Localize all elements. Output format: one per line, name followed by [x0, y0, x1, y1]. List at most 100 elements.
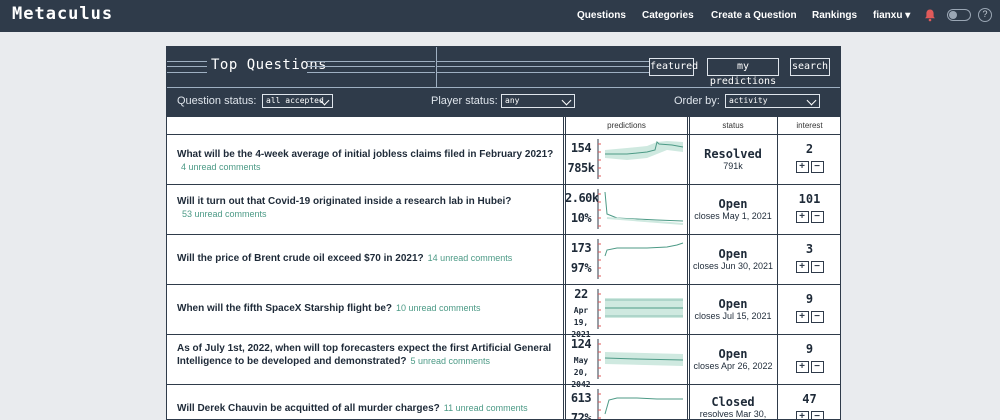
minus-icon[interactable]: −	[810, 261, 824, 273]
plus-icon[interactable]: +	[795, 311, 809, 323]
interest-count: 2	[805, 142, 814, 156]
status-label: Open	[718, 297, 748, 311]
interest-cell: 9 + −	[779, 342, 840, 374]
chevron-down-icon: ▾	[905, 10, 911, 21]
unread-comments-link[interactable]: 14 unread comments	[428, 253, 513, 263]
plus-icon[interactable]: +	[795, 211, 809, 223]
question-title-link[interactable]: Will it turn out that Covid-19 originate…	[177, 195, 557, 221]
status-label: Open	[718, 347, 748, 361]
prediction-count: 2.60k	[565, 191, 599, 205]
prediction-cell: 2.60k 10%	[565, 185, 688, 233]
minus-icon[interactable]: −	[810, 361, 824, 373]
my-predictions-button[interactable]: my predictions	[707, 58, 779, 87]
question-title: Will it turn out that Covid-19 originate…	[177, 196, 512, 207]
interest-cell: 2 + −	[779, 142, 840, 174]
prediction-count: 154	[570, 141, 592, 155]
status-cell: Resolved 791k	[689, 147, 777, 171]
bell-icon[interactable]	[923, 8, 937, 22]
question-row[interactable]: Will the price of Brent crude oil exceed…	[167, 234, 840, 285]
prediction-count: 124	[570, 337, 592, 351]
chevron-down-icon	[561, 95, 572, 106]
minus-icon[interactable]: −	[810, 211, 824, 223]
status-label: Closed	[711, 395, 755, 409]
order-by-label: Order by:	[674, 95, 720, 107]
player-status-select[interactable]: any	[501, 94, 575, 108]
chevron-down-icon	[806, 95, 817, 106]
question-title-link[interactable]: As of July 1st, 2022, when will top fore…	[177, 342, 557, 368]
status-cell: Open closes Apr 26, 2022	[689, 347, 777, 371]
help-icon[interactable]: ?	[978, 8, 992, 22]
community-prediction: 97%	[570, 261, 592, 275]
unread-comments-link[interactable]: 53 unread comments	[182, 208, 557, 221]
plus-icon[interactable]: +	[795, 161, 809, 173]
search-button[interactable]: search	[790, 58, 830, 76]
player-status-value: any	[505, 96, 520, 105]
top-navbar: Metaculus Questions Categories Create a …	[0, 0, 1000, 32]
interest-cell: 9 + −	[779, 292, 840, 324]
status-detail: 791k	[723, 161, 743, 171]
plus-icon[interactable]: +	[795, 261, 809, 273]
question-status-select[interactable]: all accepted	[262, 94, 333, 108]
status-label: Open	[718, 197, 748, 211]
question-row[interactable]: When will the fifth SpaceX Starship flig…	[167, 284, 840, 339]
question-title: When will the fifth SpaceX Starship flig…	[177, 303, 393, 314]
interest-cell: 47 + −	[779, 392, 840, 419]
status-label: Open	[718, 247, 748, 261]
header-decoration	[307, 61, 435, 73]
question-row[interactable]: Will it turn out that Covid-19 originate…	[167, 184, 840, 235]
question-status-value: all accepted	[266, 96, 324, 105]
user-menu[interactable]: fianxu ▾	[873, 10, 910, 21]
question-row[interactable]: As of July 1st, 2022, when will top fore…	[167, 334, 840, 389]
unread-comments-link[interactable]: 4 unread comments	[181, 162, 261, 172]
header-decoration	[437, 61, 649, 73]
minus-icon[interactable]: −	[810, 311, 824, 323]
nav-questions[interactable]: Questions	[577, 10, 626, 21]
status-detail: resolves Mar 30, 2022	[699, 409, 767, 419]
question-row[interactable]: Will Derek Chauvin be acquitted of all m…	[167, 384, 840, 419]
minus-icon[interactable]: −	[810, 411, 824, 419]
order-by-value: activity	[729, 96, 768, 105]
prediction-cell: 613 72%	[565, 385, 688, 419]
nav-create-question[interactable]: Create a Question	[711, 10, 797, 21]
status-cell: Closed resolves Mar 30, 2022	[689, 395, 777, 419]
panel-header: Top Questions featured my predictions se…	[167, 47, 840, 117]
prediction-cell: 154 785k	[565, 135, 688, 183]
order-by-select[interactable]: activity	[725, 94, 820, 108]
status-label: Resolved	[704, 147, 762, 161]
prediction-sparkline	[597, 289, 683, 329]
status-detail: closes Jun 30, 2021	[692, 261, 774, 271]
nav-rankings[interactable]: Rankings	[812, 10, 857, 21]
column-header-predictions: predictions	[607, 121, 646, 130]
header-decoration	[167, 61, 207, 73]
plus-icon[interactable]: +	[795, 411, 809, 419]
question-title: What will be the 4-week average of initi…	[177, 149, 554, 160]
interest-count: 101	[798, 192, 821, 206]
question-title-link[interactable]: Will Derek Chauvin be acquitted of all m…	[177, 402, 557, 415]
community-prediction: 10%	[570, 211, 592, 225]
prediction-cell: 173 97%	[565, 235, 688, 283]
theme-toggle[interactable]	[947, 9, 971, 21]
filter-bar: Question status: all accepted Player sta…	[167, 87, 840, 118]
interest-cell: 3 + −	[779, 242, 840, 274]
site-logo[interactable]: Metaculus	[12, 4, 113, 24]
status-detail: closes May 1, 2021	[694, 211, 772, 221]
prediction-count: 22	[574, 287, 588, 301]
question-title: As of July 1st, 2022, when will top fore…	[177, 343, 552, 367]
prediction-sparkline	[597, 339, 684, 379]
question-title-link[interactable]: When will the fifth SpaceX Starship flig…	[177, 302, 557, 315]
question-title-link[interactable]: What will be the 4-week average of initi…	[177, 148, 557, 174]
status-cell: Open closes May 1, 2021	[689, 197, 777, 221]
question-title-link[interactable]: Will the price of Brent crude oil exceed…	[177, 252, 557, 265]
unread-comments-link[interactable]: 11 unread comments	[444, 403, 528, 413]
interest-count: 9	[805, 292, 814, 306]
interest-count: 3	[805, 242, 814, 256]
question-row[interactable]: What will be the 4-week average of initi…	[167, 134, 840, 185]
unread-comments-link[interactable]: 10 unread comments	[396, 303, 481, 313]
featured-button[interactable]: featured	[649, 58, 698, 76]
plus-icon[interactable]: +	[795, 361, 809, 373]
top-questions-panel: Top Questions featured my predictions se…	[166, 46, 841, 420]
minus-icon[interactable]: −	[810, 161, 824, 173]
prediction-count: 613	[570, 391, 592, 405]
nav-categories[interactable]: Categories	[642, 10, 694, 21]
unread-comments-link[interactable]: 5 unread comments	[410, 356, 490, 366]
